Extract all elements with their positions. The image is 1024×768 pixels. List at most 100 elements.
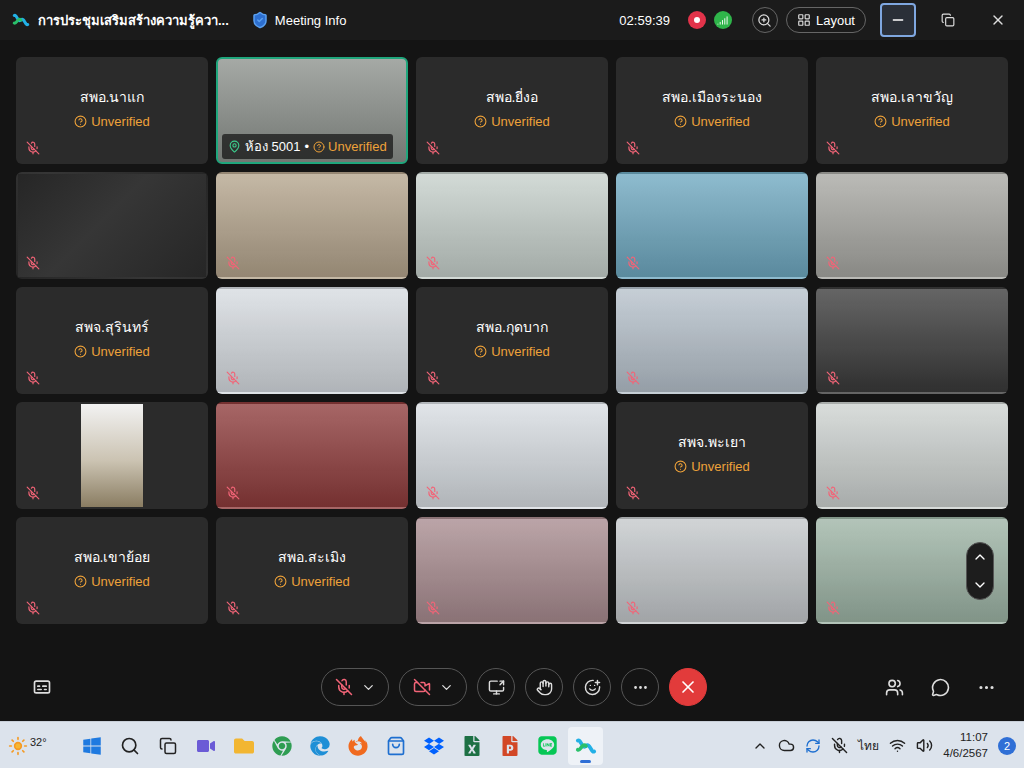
taskbar-app[interactable] <box>150 727 185 765</box>
cloud-icon[interactable] <box>778 737 795 754</box>
raise-hand-button[interactable] <box>525 668 563 706</box>
mute-badge <box>26 256 40 270</box>
wifi-icon[interactable] <box>889 737 906 754</box>
chevron-up-icon[interactable] <box>752 738 768 754</box>
speaker-icon[interactable] <box>916 737 933 754</box>
verification-status: Unverified <box>474 114 550 129</box>
participant-name: สพจ.สุรินทร์ <box>75 316 149 338</box>
participant-tile[interactable] <box>816 402 1008 509</box>
participant-tile[interactable]: สพอ.เลาขวัญUnverified <box>816 57 1008 164</box>
minimize-button[interactable] <box>880 3 916 37</box>
mute-badge <box>426 371 440 385</box>
taskbar-app[interactable] <box>492 727 527 765</box>
participant-tile[interactable] <box>216 287 408 394</box>
captions-button[interactable] <box>28 677 56 697</box>
taskbar-app[interactable] <box>226 727 261 765</box>
share-button[interactable] <box>477 668 515 706</box>
clock[interactable]: 11:074/6/2567 <box>943 730 988 761</box>
question-icon <box>74 575 87 588</box>
participant-tile[interactable]: สพอ.สะเมิงUnverified <box>216 517 408 624</box>
mute-badge <box>26 601 40 615</box>
taskbar-app[interactable] <box>378 727 413 765</box>
mute-badge <box>626 371 640 385</box>
mute-badge <box>226 601 240 615</box>
more-button[interactable] <box>621 668 659 706</box>
signal-icon <box>717 15 728 26</box>
participant-tile[interactable] <box>816 287 1008 394</box>
close-button[interactable] <box>980 3 1016 37</box>
taskbar-app[interactable] <box>340 727 375 765</box>
taskbar-app[interactable] <box>454 727 489 765</box>
taskbar-app[interactable] <box>302 727 337 765</box>
excel-icon <box>462 736 482 756</box>
participant-tile[interactable] <box>216 402 408 509</box>
taskbar-app[interactable] <box>264 727 299 765</box>
participant-tile[interactable] <box>416 402 608 509</box>
taskbar-app[interactable] <box>530 727 565 765</box>
explorer-icon <box>234 736 254 756</box>
chevron-down-icon[interactable] <box>972 577 988 593</box>
participants-button[interactable] <box>880 678 908 697</box>
taskbar-app[interactable] <box>416 727 451 765</box>
notification-badge[interactable]: 2 <box>998 737 1016 755</box>
participant-tile[interactable] <box>216 172 408 279</box>
weather-widget[interactable]: 32° <box>8 736 68 756</box>
participant-tile[interactable]: ห้อง 5001•Unverified <box>216 57 408 164</box>
verification-status: Unverified <box>74 344 150 359</box>
meeting-info-button[interactable]: Meeting Info <box>251 11 347 29</box>
page-scroller[interactable] <box>966 542 994 600</box>
firefox-icon <box>348 736 368 756</box>
mic-off-icon <box>426 256 440 270</box>
chat-button[interactable] <box>926 678 954 697</box>
taskbar-app[interactable] <box>188 727 223 765</box>
language-indicator[interactable]: ไทย <box>858 736 879 755</box>
participant-tile[interactable]: สพอ.นาแกUnverified <box>16 57 208 164</box>
store-icon <box>386 736 406 756</box>
participants-icon <box>885 678 904 697</box>
participant-tile[interactable] <box>616 517 808 624</box>
mute-button[interactable] <box>321 668 389 706</box>
participant-tile[interactable] <box>16 172 208 279</box>
meeting-timer: 02:59:39 <box>619 13 670 28</box>
close-icon <box>990 12 1006 28</box>
mic-off-icon <box>826 256 840 270</box>
participant-tile[interactable] <box>616 172 808 279</box>
mute-badge <box>226 371 240 385</box>
mic-off-icon <box>426 141 440 155</box>
participant-tile[interactable] <box>416 172 608 279</box>
mic-off-icon <box>626 141 640 155</box>
taskbar-app[interactable] <box>74 727 109 765</box>
leave-button[interactable] <box>669 668 707 706</box>
verification-status: Unverified <box>74 574 150 589</box>
participant-tile[interactable] <box>616 287 808 394</box>
participant-tile[interactable]: สพอ.เขาย้อยUnverified <box>16 517 208 624</box>
restore-button[interactable] <box>930 3 966 37</box>
participant-tile[interactable]: สพจ.พะเยาUnverified <box>616 402 808 509</box>
camera-button[interactable] <box>399 668 467 706</box>
network-indicator[interactable] <box>714 11 732 29</box>
mic-off-icon <box>226 256 240 270</box>
mic-off-icon <box>826 601 840 615</box>
control-bar <box>16 665 1008 709</box>
participant-tile[interactable]: สพอ.เมืองระนองUnverified <box>616 57 808 164</box>
reactions-button[interactable] <box>573 668 611 706</box>
recording-indicator[interactable] <box>688 11 706 29</box>
question-icon <box>874 115 887 128</box>
participant-tile[interactable] <box>416 517 608 624</box>
participant-tile[interactable] <box>816 172 1008 279</box>
participant-tile[interactable]: สพจ.สุรินทร์ Unverified <box>16 287 208 394</box>
taskbar-app[interactable] <box>112 727 147 765</box>
mic-off-icon[interactable] <box>831 737 848 754</box>
participant-tile[interactable] <box>16 402 208 509</box>
panel-more-button[interactable] <box>972 678 1000 697</box>
mic-off-icon <box>26 256 40 270</box>
layout-button[interactable]: Layout <box>786 7 866 33</box>
chevron-up-icon[interactable] <box>972 549 988 565</box>
participant-tile[interactable]: สพอ.ยี่งอUnverified <box>416 57 608 164</box>
sun-icon <box>8 736 28 756</box>
mute-badge <box>226 256 240 270</box>
taskbar-app[interactable] <box>568 727 603 765</box>
participant-tile[interactable]: สพอ.กุดบากUnverified <box>416 287 608 394</box>
sync-icon[interactable] <box>805 738 821 754</box>
zoom-button[interactable] <box>752 7 778 33</box>
